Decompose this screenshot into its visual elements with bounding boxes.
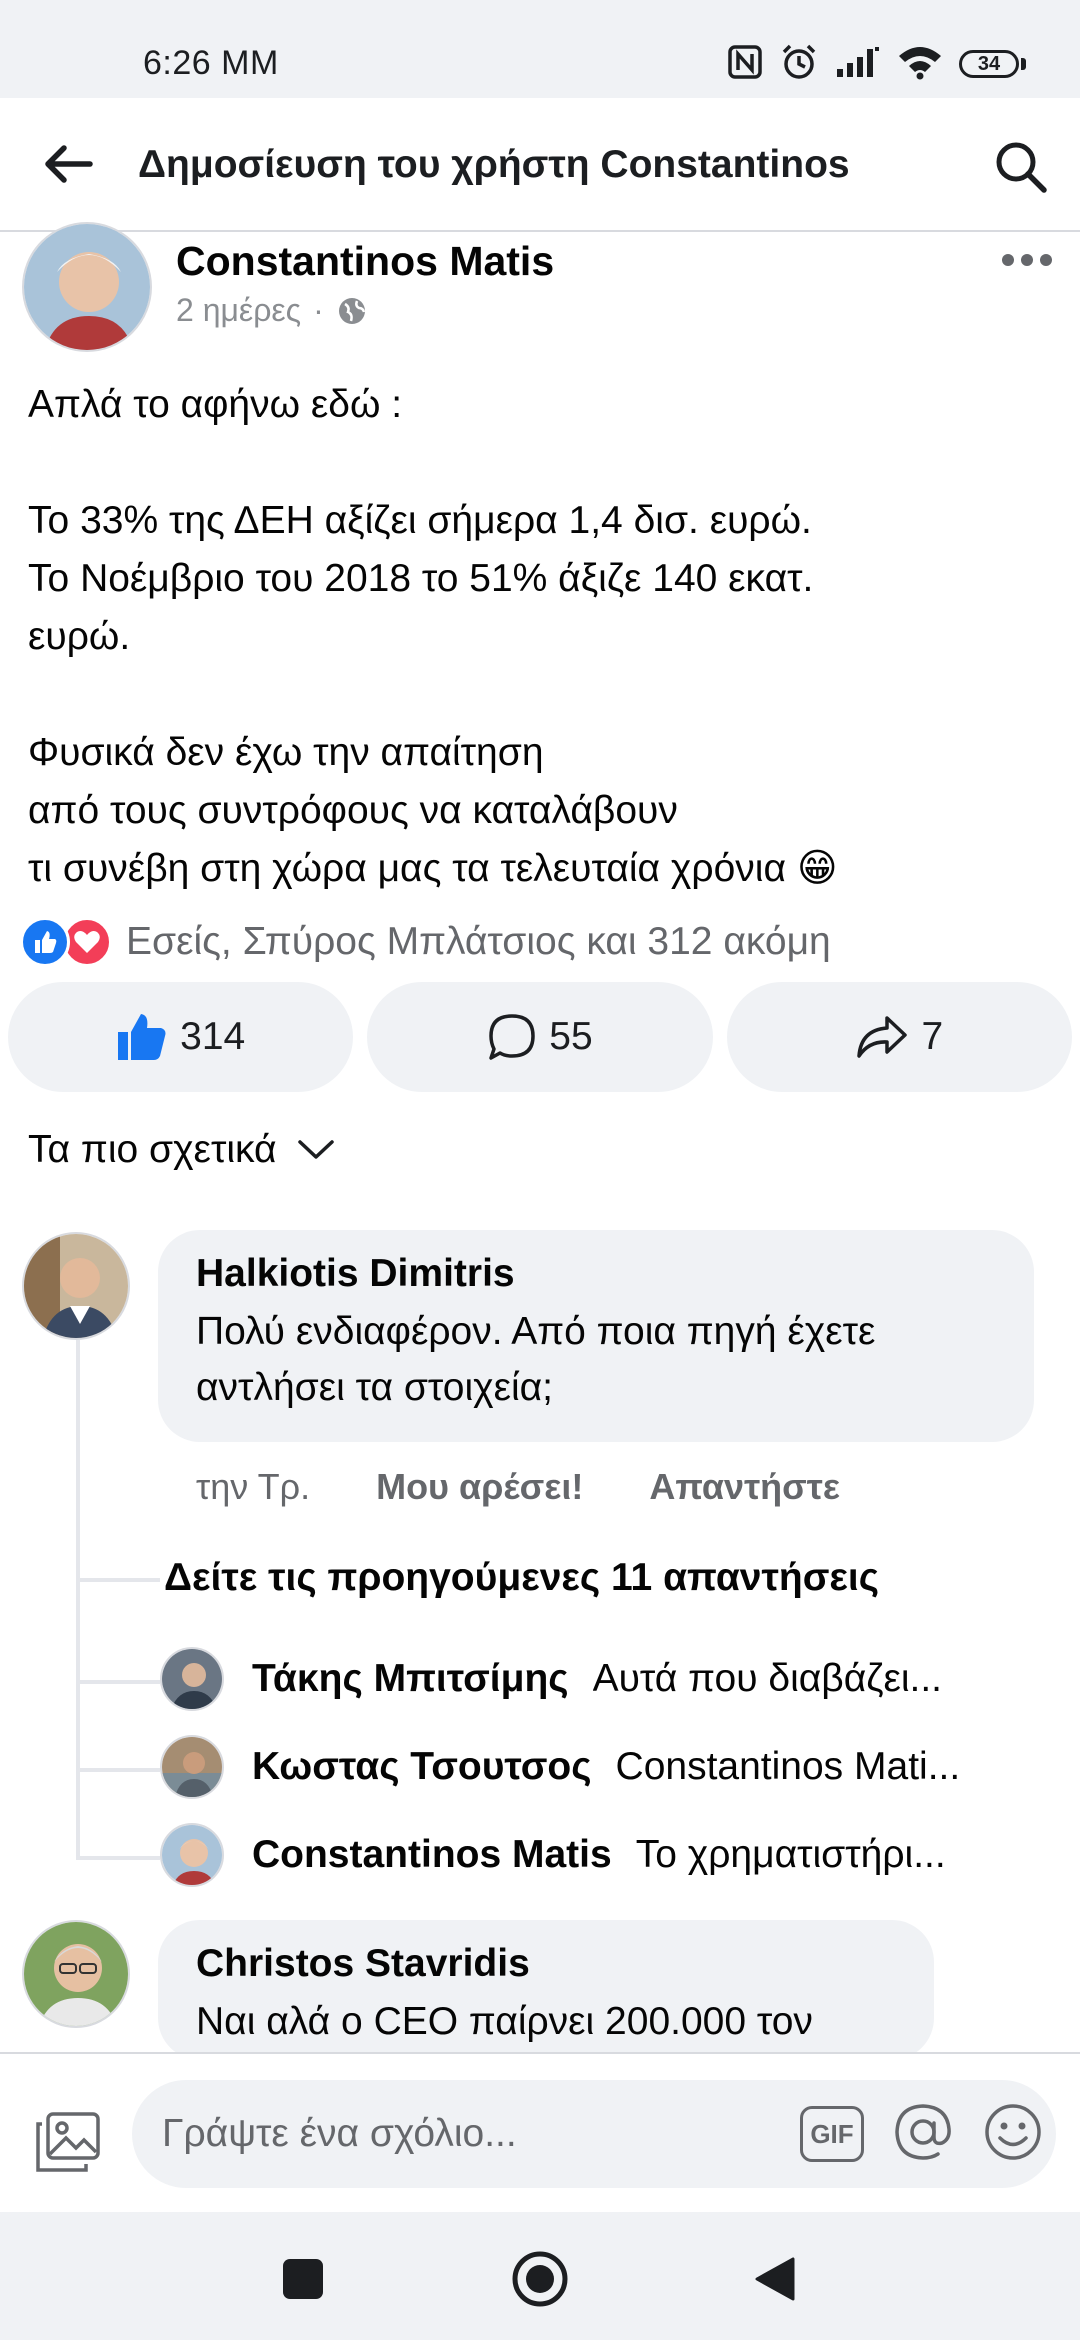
meta-separator: · [313,292,324,328]
share-button[interactable]: 7 [726,982,1072,1092]
comment-text: Ναι αλά ο CEO παίρνει 200.000 τον [196,2000,813,2043]
smiley-icon [985,2103,1041,2160]
battery-icon: 34 [959,50,1026,78]
post-line: Το 33% της ΔΕΗ αξίζει σήμερα 1,4 δισ. ευ… [28,499,812,542]
photo-icon [36,2112,100,2172]
gif-button[interactable]: GIF [800,2106,864,2162]
post-author-name[interactable]: Constantinos Matis [176,238,554,285]
comment-meta: την Τρ. Μου αρέσει! Απαντήστε [196,1466,840,1508]
back-button[interactable] [36,132,100,196]
comment-time: την Τρ. [196,1466,311,1507]
commenter-name[interactable]: Christos Stavridis [196,1942,896,1986]
post-line: τι συνέβη στη χώρα μας τα τελευταία χρόν… [28,847,838,890]
reply-author[interactable]: Κωστας Τσουτσος [252,1745,592,1789]
arrow-left-icon [45,145,93,183]
post-actions: 314 55 7 [8,982,1072,1092]
reply-author[interactable]: Τάκης Μπιτσίμης [252,1657,569,1701]
reply-text: Αυτά που διαβάζει... [592,1657,943,1700]
reactions-summary[interactable]: Εσείς, Σπύρος Μπλάτσιος και 312 ακόμη [20,912,831,972]
more-dots-icon [1002,254,1052,266]
page-title: Δημοσίευση του χρήστη Constantinos [138,143,850,186]
status-bar: 6:26 ΜΜ 34 [0,0,1080,98]
add-photo-button[interactable] [30,2104,106,2180]
chevron-down-icon [297,1140,334,1159]
commenter-avatar[interactable] [22,1232,130,1340]
battery-level: 34 [959,50,1019,78]
home-button[interactable] [505,2244,575,2314]
reply-avatar[interactable] [160,1735,224,1799]
recents-button[interactable] [268,2244,338,2314]
comment-text: Πολύ ενδιαφέρον. Από ποια πηγή έχετε αντ… [196,1310,876,1409]
post-meta: 2 ημέρες · [176,292,368,329]
square-icon [283,2259,323,2299]
reply-branch-line [76,1768,160,1772]
like-count: 314 [180,1015,246,1058]
thumbs-up-icon [118,1014,166,1060]
post-line: Φυσικά δεν έχω την απαίτηση [28,731,544,774]
search-button[interactable] [986,132,1056,202]
reply-branch-line [76,1680,160,1684]
like-button[interactable]: 314 [8,982,354,1092]
comment-button[interactable]: 55 [367,982,713,1092]
system-nav-bar [0,2212,1080,2340]
post-time[interactable]: 2 ημέρες [176,292,301,329]
comment-bubble[interactable]: Halkiotis Dimitris Πολύ ενδιαφέρον. Από … [158,1230,1034,1442]
app-header: Δημοσίευση του χρήστη Constantinos [0,98,1080,232]
reply-branch-line [76,1578,160,1582]
search-icon [996,142,1047,193]
reply-avatar[interactable] [160,1823,224,1887]
comment-reply-link[interactable]: Απαντήστε [649,1466,840,1508]
comment-like-link[interactable]: Μου αρέσει! [376,1466,583,1508]
reply-text: Το χρηματιστήρι... [635,1833,946,1876]
mention-button[interactable] [892,2101,954,2168]
home-circle-icon [512,2251,568,2307]
post-more-button[interactable] [992,240,1062,280]
commenter-avatar[interactable] [22,1920,130,2028]
comment-sort-dropdown[interactable]: Τα πιο σχετικά [28,1128,335,1172]
signal-icon [835,45,881,84]
reply-item[interactable]: Constantinos Matis Το χρηματιστήρι... [160,1820,1060,1890]
status-time: 6:26 ΜΜ [143,44,279,82]
reactions-text: Εσείς, Σπύρος Μπλάτσιος και 312 ακόμη [126,920,831,963]
author-avatar[interactable] [22,222,152,352]
at-sign-icon [895,2103,951,2160]
reply-author[interactable]: Constantinos Matis [252,1833,612,1877]
reply-item[interactable]: Τάκης Μπιτσίμης Αυτά που διαβάζει... [160,1644,1060,1714]
status-icons: 34 [727,42,1026,86]
composer-icons: GIF [800,2103,1044,2164]
wifi-icon [897,44,943,85]
alarm-icon [779,42,819,87]
back-nav-button[interactable] [740,2244,810,2314]
commenter-name[interactable]: Halkiotis Dimitris [196,1252,996,1296]
post-line: Το Νοέμβριο του 2018 το 51% άξιζε 140 εκ… [28,557,814,600]
post-text: Απλά το αφήνω εδώ : Το 33% της ΔΕΗ αξίζε… [28,376,1058,898]
triangle-back-icon [755,2257,795,2301]
comment-bubble[interactable]: Christos Stavridis Ναι αλά ο CEO παίρνει… [158,1920,934,2060]
globe-icon [338,297,365,324]
like-reaction-icon [20,917,70,967]
nfc-icon [727,44,763,85]
sort-label: Τα πιο σχετικά [28,1128,277,1171]
comment-composer: GIF [0,2052,1080,2212]
reply-thread-line [76,1340,80,1860]
post-line: Απλά το αφήνω εδώ : [28,383,403,426]
share-icon [857,1016,908,1058]
post-line: από τους συντρόφους να καταλάβουν [28,789,678,832]
comment-count: 55 [549,1015,593,1058]
reply-item[interactable]: Κωστας Τσουτσος Constantinos Mati... [160,1732,1060,1802]
emoji-button[interactable] [982,2101,1044,2168]
reply-avatar[interactable] [160,1647,224,1711]
comment-icon [489,1014,536,1060]
post-line: ευρώ. [28,615,131,658]
reply-branch-line [76,1856,160,1860]
view-previous-replies-link[interactable]: Δείτε τις προηγούμενες 11 απαντήσεις [164,1556,879,1600]
reply-text: Constantinos Mati... [615,1745,961,1788]
share-count: 7 [921,1015,944,1058]
